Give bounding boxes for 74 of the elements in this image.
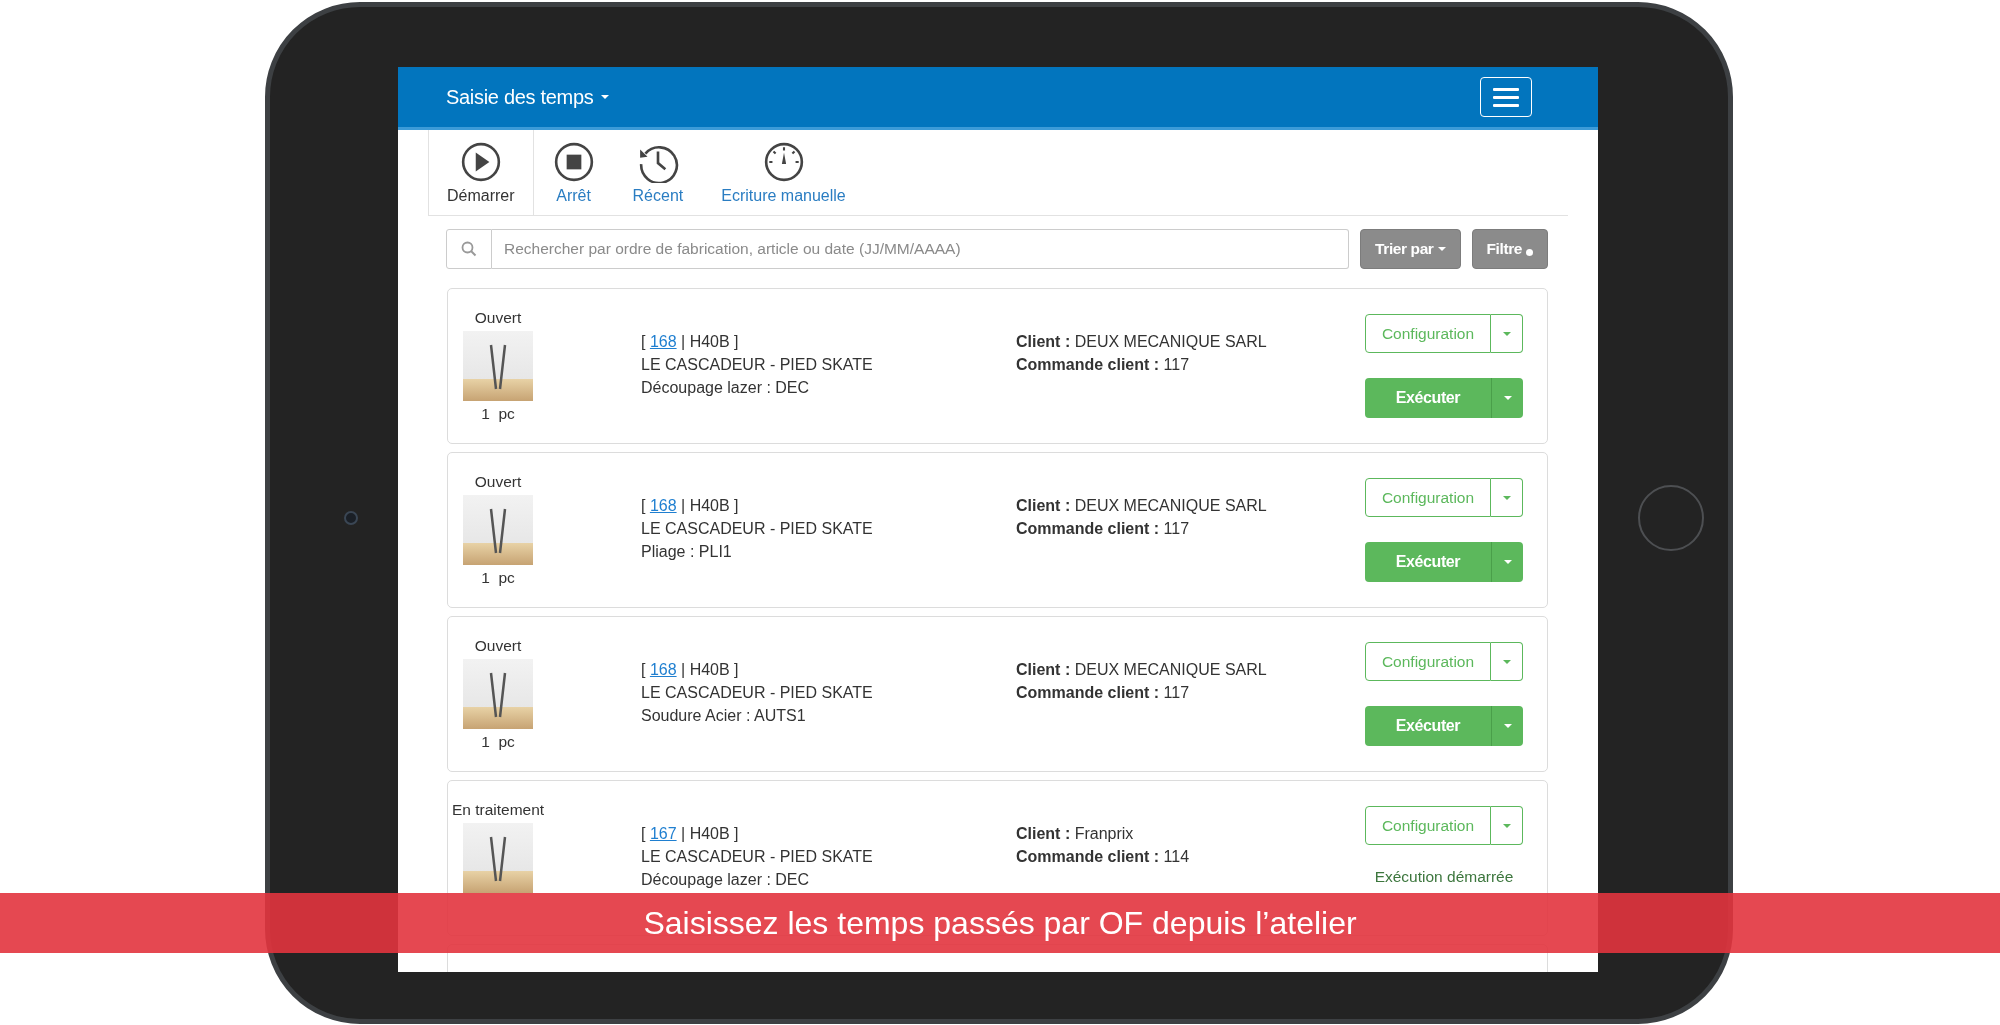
- execute-button[interactable]: Exécuter: [1365, 378, 1491, 418]
- configuration-button[interactable]: Configuration: [1365, 314, 1491, 353]
- dropdown-button[interactable]: [1491, 806, 1523, 845]
- status-label: Ouvert: [474, 637, 522, 655]
- status-label: Ouvert: [474, 473, 522, 491]
- quantity-label: 1 pc: [481, 569, 515, 587]
- client-label: Client : DEUX MECANIQUE SARL: [1016, 661, 1268, 679]
- photo-placeholder: [463, 331, 533, 401]
- reference-line: [ 168 | H40B ]: [641, 497, 740, 515]
- product-name: LE CASCADEUR - PIED SKATE: [641, 520, 874, 538]
- toolbar-tab[interactable]: Démarrer: [428, 130, 534, 215]
- operation-label: Pliage : PLI1: [641, 543, 733, 561]
- order-label: Commande client : 117: [1016, 356, 1191, 374]
- status-label: En traitement: [451, 801, 545, 819]
- dropdown-button[interactable]: [1491, 642, 1523, 681]
- dropdown-button[interactable]: [1491, 542, 1523, 582]
- status-label: Ouvert: [474, 309, 522, 327]
- execute-button[interactable]: Exécuter: [1365, 706, 1491, 746]
- caret-icon: [1503, 560, 1512, 564]
- photo-placeholder: [463, 495, 533, 565]
- photo-placeholder: [463, 823, 533, 893]
- app-title[interactable]: Saisie des temps: [446, 85, 594, 109]
- order-link[interactable]: 168: [649, 333, 677, 350]
- product-name: LE CASCADEUR - PIED SKATE: [641, 684, 874, 702]
- caret-icon: [1502, 495, 1511, 500]
- configuration-button[interactable]: Configuration: [1365, 806, 1491, 845]
- execute-button[interactable]: Exécuter: [1365, 542, 1491, 582]
- toolbar-tab[interactable]: Récent: [613, 130, 703, 215]
- order-link[interactable]: 168: [649, 497, 677, 514]
- order-label: Commande client : 114: [1016, 848, 1191, 866]
- filter-button[interactable]: Filtre: [1471, 229, 1548, 269]
- client-label: Client : DEUX MECANIQUE SARL: [1016, 497, 1268, 515]
- operation-label: Soudure Acier : AUTS1: [641, 707, 807, 725]
- client-label: Client : Franprix: [1016, 825, 1135, 843]
- dropdown-button[interactable]: [1491, 378, 1523, 418]
- caret-icon: [1502, 331, 1511, 336]
- toolbar-tab[interactable]: Ecriture manuelle: [702, 130, 865, 215]
- operation-label: Découpage lazer : DEC: [641, 871, 811, 889]
- client-label: Client : DEUX MECANIQUE SARL: [1016, 333, 1268, 351]
- dropdown-button[interactable]: [1491, 706, 1523, 746]
- caret-icon: [1503, 396, 1512, 400]
- play-icon: [459, 140, 502, 183]
- dropdown-button[interactable]: [1491, 314, 1523, 353]
- search-field[interactable]: Rechercher par ordre de fabrication, article ou date (JJ/MM/AAAA): [492, 229, 1350, 269]
- product-name: LE CASCADEUR - PIED SKATE: [641, 848, 874, 866]
- quantity-label: 1 pc: [481, 405, 515, 423]
- menu-button[interactable]: [1480, 77, 1532, 117]
- caret-icon: [1502, 659, 1511, 664]
- operation-label: Découpage lazer : DEC: [641, 379, 811, 397]
- order-link[interactable]: 167: [649, 825, 677, 842]
- gauge-icon: [762, 140, 805, 183]
- toolbar-tab[interactable]: Arrêt: [533, 130, 614, 215]
- product-name: LE CASCADEUR - PIED SKATE: [641, 356, 874, 374]
- execution-status: Exécution démarrée: [1374, 868, 1514, 886]
- reference-line: [ 168 | H40B ]: [641, 661, 740, 679]
- photo-placeholder: [463, 659, 533, 729]
- camera-icon: [344, 511, 358, 525]
- search-icon: [461, 241, 477, 257]
- quantity-label: 1 pc: [481, 733, 515, 751]
- caret-icon: [1502, 823, 1511, 828]
- dropdown-button[interactable]: [1491, 478, 1523, 517]
- caret-icon: [1503, 724, 1512, 728]
- reference-line: [ 167 | H40B ]: [641, 825, 740, 843]
- stop-icon: [552, 140, 595, 183]
- home-button[interactable]: [1638, 485, 1704, 551]
- order-link[interactable]: 168: [649, 661, 677, 678]
- caption-text: Saisissez les temps passés par OF depuis l’atelier: [643, 904, 1357, 942]
- reference-line: [ 168 | H40B ]: [641, 333, 740, 351]
- order-label: Commande client : 117: [1016, 520, 1191, 538]
- configuration-button[interactable]: Configuration: [1365, 478, 1491, 517]
- caret-icon: [600, 95, 609, 99]
- sort-button[interactable]: Trier par: [1360, 229, 1461, 269]
- configuration-button[interactable]: Configuration: [1365, 642, 1491, 681]
- order-label: Commande client : 117: [1016, 684, 1191, 702]
